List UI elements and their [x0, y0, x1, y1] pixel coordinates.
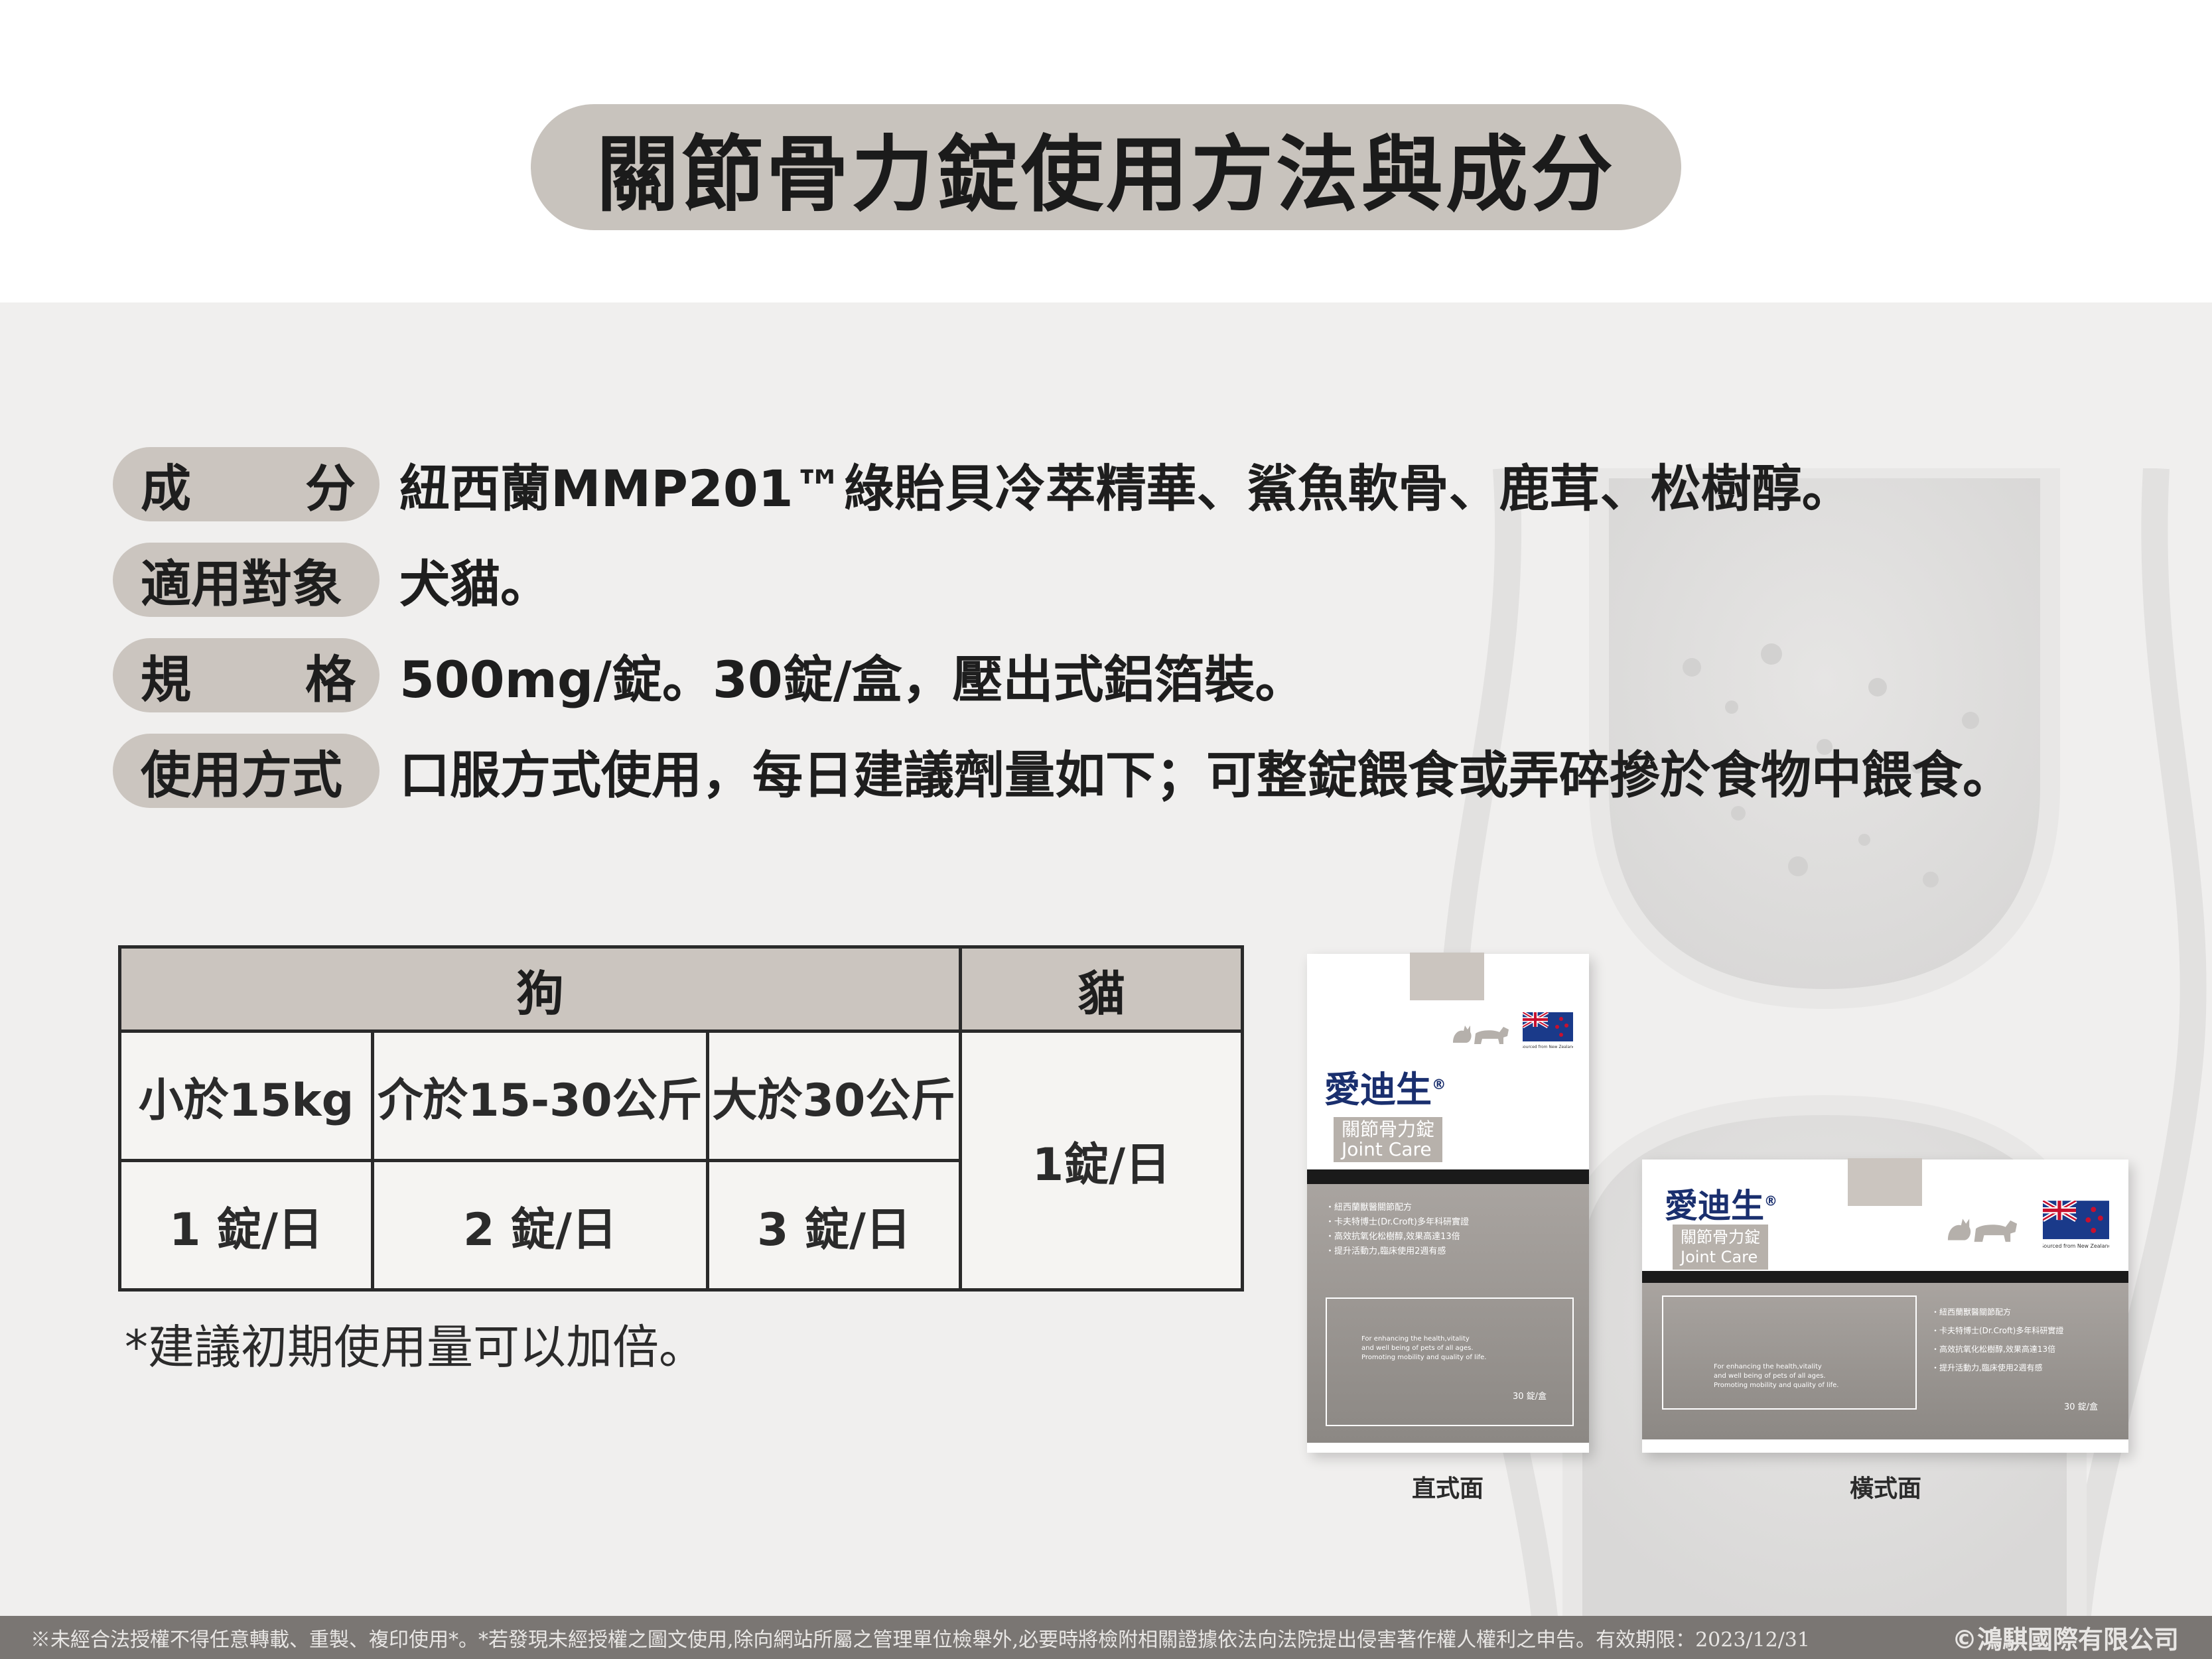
brand-name: 愛迪生® — [1665, 1187, 1777, 1225]
spec-label-target: 適用對象 — [113, 543, 380, 617]
black-band — [1307, 1169, 1589, 1184]
quantity-label: 30 錠/盒 — [2064, 1402, 2099, 1412]
spec-label-ingredients: 成 分 — [113, 447, 380, 521]
inner-frame — [1662, 1295, 1917, 1410]
product-box-horizontal: 愛迪生® 關節骨力錠 Joint Care Sourced from New Z… — [1642, 1158, 2128, 1453]
svg-text:Sourced from New Zealand: Sourced from New Zealand — [1523, 1045, 1573, 1049]
bullet-4: ・提升活動力,臨床使用2週有感 — [1326, 1246, 1446, 1256]
copyright-notice: ※未經合法授權不得任意轉載、重製、複印使用*。*若發現未經授權之圖文使用,除向網… — [31, 1628, 1810, 1652]
bullet-3: ・高效抗氧化松樹醇,效果高達13倍 — [1931, 1345, 2056, 1354]
nz-flag-icon: Sourced from New Zealand — [1523, 1012, 1573, 1049]
spec-label-spec-a: 規 — [141, 650, 191, 709]
spec-label-ingredients-b: 分 — [305, 459, 356, 518]
dog-weight-large: 大於30公斤 — [706, 1029, 962, 1162]
brand-name: 愛迪生® — [1324, 1069, 1446, 1110]
bullet-3: ・高效抗氧化松樹醇,效果高達13倍 — [1326, 1232, 1460, 1242]
company-copyright: ©鴻騏國際有限公司 — [1951, 1625, 2179, 1654]
product-name-zh: 關節骨力錠 — [1681, 1228, 1760, 1246]
cat-dose: 1錠/日 — [959, 1029, 1244, 1292]
dog-header: 狗 — [118, 945, 962, 1033]
spec-value-target: 犬貓。 — [399, 555, 551, 614]
quantity-label: 30 錠/盒 — [1513, 1392, 1547, 1402]
spec-label-usage-text: 使用方式 — [141, 746, 342, 805]
header-area: 關節骨力錠使用方法與成分 — [0, 0, 2212, 302]
spec-row-ingredients: 成 分 紐西蘭MMP201™綠貽貝冷萃精華、鯊魚軟骨、鹿茸、松樹醇。 — [113, 447, 1852, 521]
spec-value-spec: 500mg/錠。30錠/盒，壓出式鋁箔裝。 — [399, 650, 1306, 709]
en-line-2: and well being of pets of all ages. — [1714, 1372, 1826, 1380]
product-box-vertical: Sourced from New Zealand 愛迪生® 關節骨力錠 Join… — [1307, 953, 1589, 1453]
dog-weight-medium: 介於15-30公斤 — [371, 1029, 709, 1162]
bullet-1: ・紐西蘭獸醫關節配方 — [1326, 1203, 1413, 1213]
product-name-en: Joint Care — [1342, 1138, 1432, 1160]
en-line-1: For enhancing the health,vitality — [1361, 1335, 1470, 1343]
dog-dose-medium: 2 錠/日 — [371, 1159, 709, 1292]
english-description: For enhancing the health,vitality and we… — [1714, 1362, 1838, 1390]
product-bullets: ・紐西蘭獸醫關節配方 ・卡夫特博士(Dr.Croft)多年科研實證 ・高效抗氧化… — [1326, 1201, 1469, 1259]
en-line-3: Promoting mobility and quality of life. — [1361, 1354, 1487, 1361]
product-name-tag: 關節骨力錠 Joint Care — [1334, 1117, 1443, 1162]
svg-text:Sourced from New Zealand: Sourced from New Zealand — [2043, 1243, 2109, 1249]
product-name-en: Joint Care — [1681, 1248, 1758, 1266]
product-bullets: ・紐西蘭獸醫關節配方 ・卡夫特博士(Dr.Croft)多年科研實證 ・高效抗氧化… — [1931, 1303, 2063, 1377]
spec-value-ingredients: 紐西蘭MMP201™綠貽貝冷萃精華、鯊魚軟骨、鹿茸、松樹醇。 — [399, 459, 1852, 518]
spec-label-target-text: 適用對象 — [141, 555, 342, 614]
brand-text: 愛迪生 — [1665, 1187, 1764, 1225]
en-line-3: Promoting mobility and quality of life. — [1714, 1382, 1839, 1389]
nz-flag-icon: Sourced from New Zealand — [2043, 1201, 2109, 1249]
product-name-tag: 關節骨力錠 Joint Care — [1673, 1225, 1768, 1270]
box-tab — [1410, 953, 1484, 1000]
caption-horizontal: 橫式面 — [1850, 1475, 1922, 1502]
bullet-4: ・提升活動力,臨床使用2週有感 — [1931, 1363, 2043, 1372]
box-tab — [1848, 1158, 1922, 1206]
pet-icon — [1453, 1026, 1509, 1044]
spec-label-spec-b: 格 — [305, 650, 356, 709]
dosage-table: 狗 貓 小於15kg 介於15-30公斤 大於30公斤 1錠/日 1 錠/日 2… — [118, 945, 1244, 1292]
en-line-2: and well being of pets of all ages. — [1361, 1345, 1474, 1352]
spec-row-usage: 使用方式 口服方式使用，每日建議劑量如下；可整錠餵食或弄碎摻於食物中餵食。 — [113, 734, 2013, 808]
footer: ※未經合法授權不得任意轉載、重製、複印使用*。*若發現未經授權之圖文使用,除向網… — [0, 1616, 2212, 1659]
bullet-2: ・卡夫特博士(Dr.Croft)多年科研實證 — [1931, 1326, 2064, 1335]
product-name-zh: 關節骨力錠 — [1342, 1118, 1435, 1140]
brand-text: 愛迪生 — [1324, 1069, 1432, 1110]
dog-dose-large: 3 錠/日 — [706, 1159, 962, 1292]
spec-label-spec: 規 格 — [113, 638, 380, 712]
page-title: 關節骨力錠使用方法與成分 — [531, 104, 1681, 230]
spec-row-spec: 規 格 500mg/錠。30錠/盒，壓出式鋁箔裝。 — [113, 638, 1306, 712]
spec-value-usage: 口服方式使用，每日建議劑量如下；可整錠餵食或弄碎摻於食物中餵食。 — [399, 746, 2013, 805]
dosage-note: *建議初期使用量可以加倍。 — [125, 1320, 705, 1374]
dog-dose-small: 1 錠/日 — [118, 1159, 374, 1292]
spec-label-ingredients-a: 成 — [141, 459, 191, 518]
caption-vertical: 直式面 — [1412, 1475, 1484, 1502]
spec-row-target: 適用對象 犬貓。 — [113, 543, 551, 617]
pet-icon — [1947, 1219, 2018, 1242]
english-description: For enhancing the health,vitality and we… — [1361, 1335, 1486, 1362]
dog-weight-small: 小於15kg — [118, 1029, 374, 1162]
en-line-1: For enhancing the health,vitality — [1714, 1363, 1822, 1370]
black-band — [1642, 1271, 2128, 1283]
cat-header: 貓 — [959, 945, 1244, 1033]
spec-label-usage: 使用方式 — [113, 734, 380, 808]
bullet-2: ・卡夫特博士(Dr.Croft)多年科研實證 — [1326, 1217, 1469, 1227]
bullet-1: ・紐西蘭獸醫關節配方 — [1931, 1307, 2012, 1317]
